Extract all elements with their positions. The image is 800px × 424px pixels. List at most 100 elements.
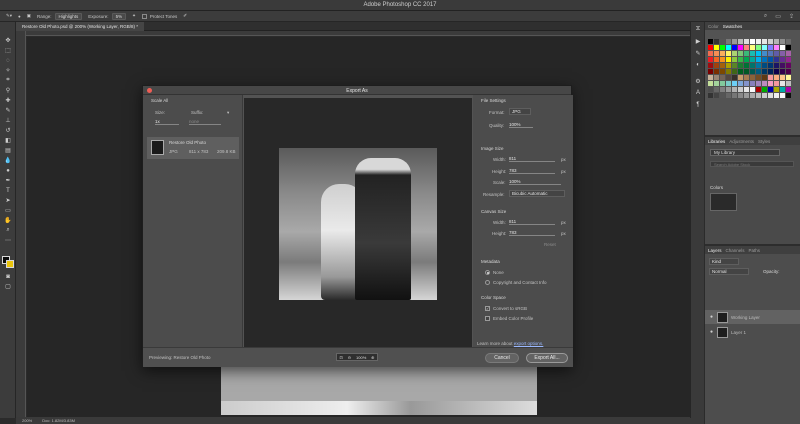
swatch-cell[interactable] (714, 93, 719, 98)
canvas-width-input[interactable]: 811 (509, 219, 555, 225)
background-color-swatch[interactable] (6, 260, 14, 268)
scale-select[interactable]: 100% (509, 179, 561, 185)
swatch-cell[interactable] (768, 93, 773, 98)
swatch-cell[interactable] (732, 51, 737, 56)
layer-row[interactable]: ● Layer 1 (705, 325, 800, 339)
width-input[interactable]: 811 (509, 156, 555, 162)
swatch-cell[interactable] (708, 69, 713, 74)
tab-layers[interactable]: Layers (708, 248, 722, 253)
swatch-cell[interactable] (744, 93, 749, 98)
swatch-cell[interactable] (714, 87, 719, 92)
swatch-cell[interactable] (720, 93, 725, 98)
type-tool-icon[interactable]: T (3, 186, 13, 195)
swatch-cell[interactable] (732, 75, 737, 80)
search-icon[interactable]: ⌕ (764, 13, 767, 20)
swatch-cell[interactable] (780, 39, 785, 44)
swatch-cell[interactable] (786, 81, 791, 86)
reset-button[interactable]: Reset (544, 242, 556, 247)
swatch-cell[interactable] (732, 45, 737, 50)
swatch-cell[interactable] (780, 87, 785, 92)
brush-panel-icon[interactable]: ✎ (694, 50, 702, 58)
swatch-cell[interactable] (750, 69, 755, 74)
swatch-cell[interactable] (726, 87, 731, 92)
zoom-in-icon[interactable]: ⊕ (371, 355, 374, 360)
swatch-cell[interactable] (774, 63, 779, 68)
swatch-cell[interactable] (714, 81, 719, 86)
swatch-cell[interactable] (750, 39, 755, 44)
swatch-cell[interactable] (732, 69, 737, 74)
swatch-cell[interactable] (780, 93, 785, 98)
cancel-button[interactable]: Cancel (485, 353, 519, 363)
swatch-cell[interactable] (780, 51, 785, 56)
swatch-cell[interactable] (762, 63, 767, 68)
swatch-cell[interactable] (714, 57, 719, 62)
swatch-cell[interactable] (762, 87, 767, 92)
swatch-cell[interactable] (786, 87, 791, 92)
swatch-cell[interactable] (774, 51, 779, 56)
swatch-cell[interactable] (762, 93, 767, 98)
swatch-cell[interactable] (744, 57, 749, 62)
swatch-cell[interactable] (720, 69, 725, 74)
height-input[interactable]: 783 (509, 168, 555, 174)
swatch-cell[interactable] (750, 93, 755, 98)
size-select[interactable]: 1x (155, 119, 179, 125)
swatch-cell[interactable] (780, 45, 785, 50)
swatch-cell[interactable] (708, 87, 713, 92)
swatch-cell[interactable] (756, 45, 761, 50)
swatch-cell[interactable] (768, 81, 773, 86)
swatch-cell[interactable] (726, 45, 731, 50)
export-file-row[interactable]: Restore Old Photo JPG 811 x 783 209.8 KB (147, 137, 239, 159)
properties-icon[interactable]: ⚙ (694, 78, 702, 86)
swatch-cell[interactable] (786, 93, 791, 98)
healing-brush-tool-icon[interactable]: ✚ (3, 96, 13, 105)
library-color-chip[interactable] (710, 193, 737, 211)
swatch-cell[interactable] (738, 39, 743, 44)
swatch-cell[interactable] (750, 75, 755, 80)
swatch-cell[interactable] (726, 93, 731, 98)
export-options-link[interactable]: export options. (514, 341, 544, 346)
swatch-cell[interactable] (732, 57, 737, 62)
swatch-cell[interactable] (732, 39, 737, 44)
swatch-cell[interactable] (756, 63, 761, 68)
swatch-cell[interactable] (756, 87, 761, 92)
swatch-cell[interactable] (738, 63, 743, 68)
swatch-cell[interactable] (750, 51, 755, 56)
swatch-cell[interactable] (720, 51, 725, 56)
swatch-cell[interactable] (756, 81, 761, 86)
swatch-cell[interactable] (750, 45, 755, 50)
eyedropper-tool-icon[interactable]: ⚲ (3, 86, 13, 95)
swatch-cell[interactable] (726, 81, 731, 86)
swatch-cell[interactable] (744, 81, 749, 86)
tab-styles[interactable]: Styles (758, 139, 770, 144)
swatch-cell[interactable] (726, 51, 731, 56)
swatch-cell[interactable] (744, 87, 749, 92)
tab-channels[interactable]: Channels (726, 248, 745, 253)
blur-tool-icon[interactable]: 💧 (3, 156, 13, 165)
swatch-cell[interactable] (774, 81, 779, 86)
swatch-cell[interactable] (714, 39, 719, 44)
swatch-cell[interactable] (768, 39, 773, 44)
tab-adjustments[interactable]: Adjustments (729, 139, 754, 144)
swatch-cell[interactable] (720, 57, 725, 62)
pressure-icon[interactable]: ✐ (183, 13, 187, 19)
swatch-cell[interactable] (720, 87, 725, 92)
swatch-cell[interactable] (714, 69, 719, 74)
swatch-cell[interactable] (756, 75, 761, 80)
swatch-cell[interactable] (762, 81, 767, 86)
swatch-cell[interactable] (732, 63, 737, 68)
tab-color[interactable]: Color (708, 24, 719, 29)
swatch-cell[interactable] (726, 69, 731, 74)
swatch-cell[interactable] (714, 75, 719, 80)
swatch-cell[interactable] (780, 63, 785, 68)
swatch-cell[interactable] (786, 57, 791, 62)
swatch-cell[interactable] (720, 75, 725, 80)
swatch-cell[interactable] (786, 75, 791, 80)
swatch-cell[interactable] (708, 93, 713, 98)
swatch-cell[interactable] (762, 45, 767, 50)
convert-srgb-checkbox[interactable]: ✓ (485, 306, 490, 311)
swatch-cell[interactable] (756, 51, 761, 56)
swatch-cell[interactable] (756, 69, 761, 74)
more-tools-icon[interactable]: ⋯ (3, 236, 13, 245)
protect-tones-control[interactable]: Protect Tones (141, 13, 177, 19)
brush-preset-icon[interactable]: ● (18, 14, 21, 19)
